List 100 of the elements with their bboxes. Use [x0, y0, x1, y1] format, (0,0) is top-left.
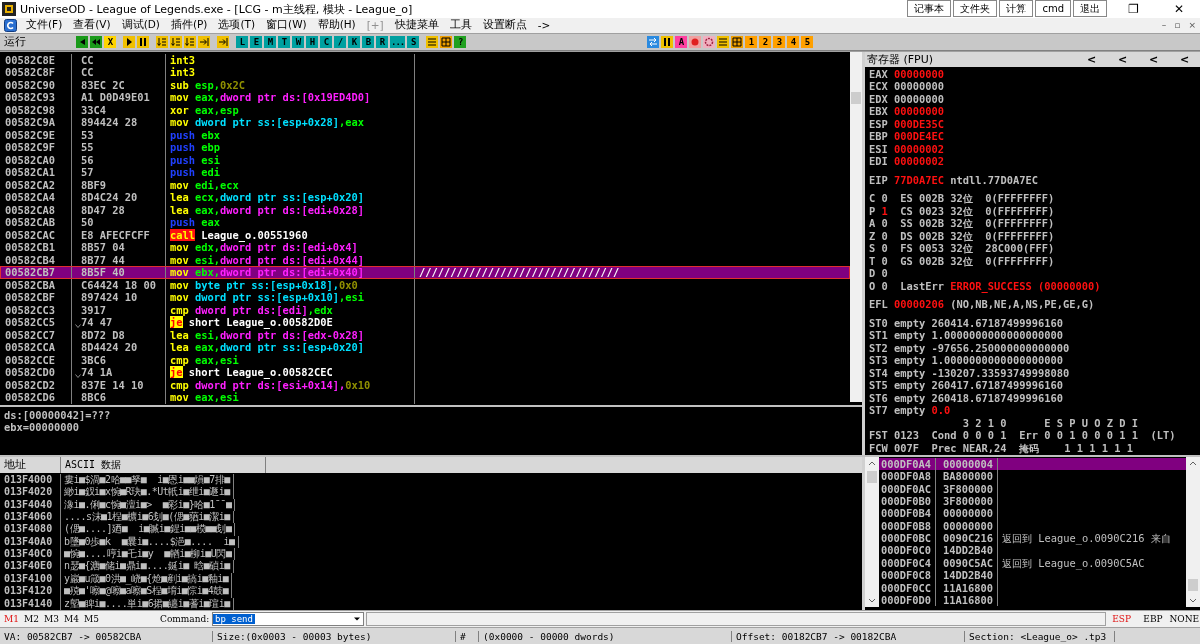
mode-button[interactable]: EBP — [1137, 614, 1169, 625]
menu-item[interactable]: 工具 — [445, 18, 476, 33]
stack-row[interactable]: 000DF0C8 14DD2B40 — [879, 569, 1186, 582]
list-icon[interactable] — [426, 35, 439, 48]
nav-button[interactable]: < — [1138, 52, 1169, 66]
toolbar-button[interactable]: 3 — [773, 35, 785, 48]
step-arrow-icon[interactable] — [198, 35, 210, 48]
code-row[interactable]: 00582CD0 74 1A je short League_o.00582CEC — [0, 366, 850, 379]
code-row[interactable]: 00582CD6 8BC6 mov eax,esi — [0, 391, 850, 404]
code-row[interactable]: 00582C8E CC int3 — [0, 53, 850, 67]
code-row[interactable]: 00582CA0 56 push esi — [0, 153, 850, 167]
menu-item[interactable]: 快捷菜单 — [390, 18, 443, 33]
toolbar-button[interactable]: R — [376, 35, 388, 48]
close-button[interactable]: ✕ — [1158, 0, 1200, 18]
toolbar-button[interactable]: K — [348, 35, 360, 48]
stack-row[interactable]: 000DF0B0 3F800000 — [879, 494, 1186, 508]
stack-row[interactable]: 000DF0C4 0090C5AC 返回到 League_o.0090C5AC — [879, 556, 1186, 570]
menu-item[interactable]: 文件(F) — [22, 18, 67, 33]
stack-row[interactable]: 000DF0D0 11A16800 — [879, 594, 1186, 607]
play-icon[interactable] — [123, 35, 135, 48]
toolbar-button[interactable]: ? — [454, 35, 467, 48]
toolbar-button[interactable]: 2 — [759, 35, 771, 48]
gear-icon[interactable] — [703, 35, 715, 48]
code-row[interactable]: 00582CB7 8B5F 40 mov ebx,dword ptr ds:[edi+0x40] //////////////////////////////// — [0, 266, 850, 279]
code-row[interactable]: 00582CCA 8D4424 20 lea eax,dword ptr ss:[esp+0x20] — [0, 341, 850, 354]
code-row[interactable]: 00582C8F CC int3 — [0, 66, 850, 79]
window-control[interactable]: – — [1157, 20, 1171, 31]
window-control[interactable]: × — [1184, 20, 1200, 31]
quick-button[interactable]: 退出 — [1073, 0, 1107, 17]
code-row[interactable]: 00582C9A 894424 28 mov dword ptr ss:[esp+0x28],eax — [0, 116, 850, 129]
mode-button[interactable]: ESP — [1106, 614, 1138, 625]
code-row[interactable]: 00582CD2 837E 14 10 cmp dword ptr ds:[esi+0x14],0x10 — [0, 378, 850, 392]
code-row[interactable]: 00582C9F 55 push ebp — [0, 141, 850, 154]
memory-tab[interactable]: M3 — [40, 614, 60, 625]
grid-icon[interactable] — [440, 35, 453, 48]
restore-button[interactable]: ❐ — [1112, 0, 1154, 18]
code-row[interactable]: 00582C9E 53 push ebx — [0, 128, 850, 142]
code-row[interactable]: 00582CAB 50 push eax — [0, 216, 850, 229]
code-row[interactable]: 00582C90 83EC 2C sub esp,0x2C — [0, 78, 850, 92]
toolbar-button[interactable]: 1 — [745, 35, 757, 48]
code-row[interactable]: 00582C93 A1 D0D49E01 mov eax,dword ptr ds:[0x19ED4D0] — [0, 91, 850, 104]
stack-row[interactable]: 000DF0AC 3F800000 — [879, 482, 1186, 495]
list-icon[interactable] — [717, 35, 729, 48]
code-row[interactable]: 00582CA8 8D47 28 lea eax,dword ptr ds:[edi+0x28] — [0, 203, 850, 217]
code-row[interactable]: 00582C98 33C4 xor eax,esp — [0, 103, 850, 117]
toolbar-button[interactable]: E — [250, 35, 262, 48]
quick-button[interactable]: 文件夹 — [953, 0, 998, 17]
toolbar-button[interactable]: B — [362, 35, 374, 48]
code-row[interactable]: 00582CB1 8B57 04 mov edx,dword ptr ds:[edi+0x4] — [0, 241, 850, 254]
menu-item[interactable]: 选项(T) — [214, 18, 260, 33]
swap-arrows-icon[interactable] — [647, 35, 659, 48]
stack-row[interactable]: 000DF0A4 00000004 — [879, 457, 1186, 471]
toolbar-button[interactable]: L — [236, 35, 248, 48]
circle-icon[interactable] — [689, 35, 701, 48]
menu-item[interactable]: 窗口(W) — [262, 18, 311, 33]
code-row[interactable]: 00582CAC E8 AFECFCFF call League_o.00551960 — [0, 228, 850, 242]
nav-button[interactable]: < — [1169, 52, 1200, 66]
step-icon[interactable] — [184, 35, 196, 48]
stack-row[interactable]: 000DF0B4 00000000 — [879, 507, 1186, 520]
step-icon[interactable] — [170, 35, 182, 48]
memory-tab[interactable]: M1 — [0, 614, 20, 625]
nav-button[interactable]: < — [1076, 52, 1107, 66]
window-control[interactable]: ▫ — [1170, 20, 1185, 31]
menu-item[interactable]: 查看(V) — [69, 18, 115, 33]
toolbar-button[interactable]: 5 — [801, 35, 813, 48]
code-row[interactable]: 00582CBA C64424 18 00 mov byte ptr ss:[esp+0x18],0x0 — [0, 278, 850, 292]
code-row[interactable]: 00582CA1 57 push edi — [0, 166, 850, 179]
pause-icon[interactable] — [137, 35, 149, 48]
memory-tab[interactable]: M5 — [80, 614, 100, 625]
grid-icon[interactable] — [731, 35, 743, 48]
pause-icon[interactable] — [661, 35, 673, 48]
step-icon[interactable] — [156, 35, 168, 48]
menu-item[interactable]: 帮助(H) — [313, 18, 360, 33]
nav-button[interactable]: < — [1107, 52, 1138, 66]
code-row[interactable]: 00582CA2 8BF9 mov edi,ecx — [0, 178, 850, 192]
stack-row[interactable]: 000DF0A8 BA800000 — [879, 470, 1186, 483]
toolbar-button[interactable]: ... — [390, 35, 406, 48]
toolbar-button[interactable]: A — [675, 35, 687, 48]
step-arrow-icon[interactable] — [217, 35, 229, 48]
code-row[interactable]: 00582CC7 8D72 D8 lea esi,dword ptr ds:[edx-0x28] — [0, 328, 850, 342]
quick-button[interactable]: 记事本 — [907, 0, 952, 17]
stack-row[interactable]: 000DF0C0 14DD2B40 — [879, 544, 1186, 557]
menu-item[interactable]: 调试(D) — [117, 18, 164, 33]
toolbar-button[interactable]: / — [334, 35, 346, 48]
memory-tab[interactable]: M4 — [60, 614, 80, 625]
toolbar-button[interactable]: M — [264, 35, 276, 48]
toolbar-button[interactable]: C — [320, 35, 332, 48]
code-row[interactable]: 00582CC5 74 47 je short League_o.00582D0E — [0, 316, 850, 329]
memory-tab[interactable]: M2 — [20, 614, 40, 625]
quick-button[interactable]: cmd — [1035, 0, 1071, 17]
quick-button[interactable]: 计算 — [999, 0, 1034, 17]
toolbar-button[interactable]: S — [407, 35, 420, 48]
code-row[interactable]: 00582CBF 897424 10 mov dword ptr ss:[esp+0x10],esi — [0, 291, 850, 304]
stack-row[interactable]: 000DF0CC 11A16800 — [879, 581, 1186, 594]
command-field[interactable]: bp send — [212, 612, 364, 627]
code-row[interactable]: 00582CA4 8D4C24 20 lea ecx,dword ptr ss:[esp+0x20] — [0, 191, 850, 204]
toolbar-button[interactable]: W — [292, 35, 304, 48]
toolbar-button[interactable]: 4 — [787, 35, 799, 48]
mode-button[interactable]: NONE — [1168, 614, 1200, 625]
double-arrow-icon[interactable] — [90, 35, 102, 48]
